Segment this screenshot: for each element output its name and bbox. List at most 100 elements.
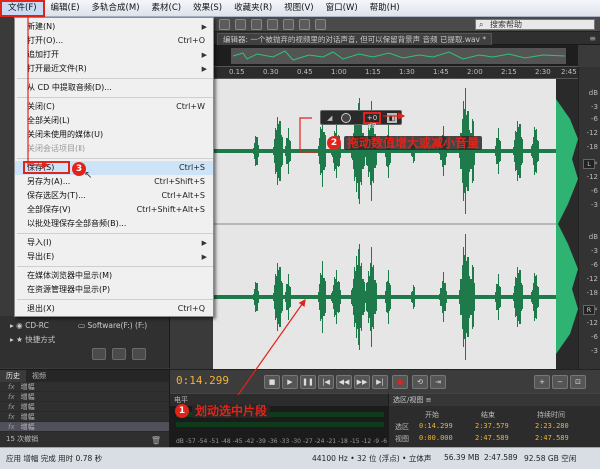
channel-right-badge[interactable]: R <box>583 305 595 315</box>
cd-drive-item[interactable]: ▸ ◉ CD-RC <box>10 321 49 330</box>
menu-effects[interactable]: 效果(S) <box>187 0 228 17</box>
zoom-out-icon[interactable]: − <box>552 375 568 389</box>
file-menu-shortcut: Ctrl+Alt+S <box>161 191 205 200</box>
go-to-start-button[interactable]: |◀ <box>318 375 334 389</box>
history-item[interactable]: fx 增幅 <box>0 422 169 432</box>
trash-icon[interactable]: 🗑 <box>151 436 161 445</box>
menu-separator <box>17 266 213 267</box>
menu-file[interactable]: 文件(F) <box>0 0 45 17</box>
hud-pin-icon[interactable]: ◧ <box>387 113 397 123</box>
tab-history[interactable]: 历史 <box>0 370 26 382</box>
volume-value-field[interactable]: +0 dB <box>363 112 381 130</box>
time-ruler[interactable]: 0.15 0.30 0.45 1:00 1:15 1:30 1:45 2:00 … <box>213 67 578 79</box>
col-end: 结束 <box>481 411 495 419</box>
selection-end[interactable]: 2:37.579 <box>475 422 509 430</box>
panel-menu-icon[interactable]: ≡ <box>589 34 596 43</box>
menu-multitrack[interactable]: 多轨合成(M) <box>86 0 146 17</box>
current-time-display[interactable]: 0:14.299 <box>176 374 229 387</box>
volume-knob[interactable] <box>341 113 351 123</box>
menu-clip[interactable]: 素材(C) <box>146 0 188 17</box>
file-menu-item-label: 导入(I) <box>27 238 52 247</box>
file-menu-item[interactable]: 全部关闭(L) <box>15 114 213 128</box>
record-button[interactable]: ● <box>392 375 408 389</box>
file-menu-item[interactable]: 保存(S) Ctrl+S <box>15 161 213 175</box>
help-search-input[interactable]: ⌕ 搜索帮助 <box>475 19 595 30</box>
spot-healing-tool-icon[interactable] <box>315 19 326 30</box>
editor-tab[interactable]: 编辑器: 一个被抛弃的视频里的对话声音, 但可以保留背景声 音频 已提取.wav… <box>217 33 493 45</box>
file-menu-item[interactable]: 追加打开 ▶ <box>15 48 213 62</box>
view-end[interactable]: 2:47.589 <box>475 434 509 442</box>
file-menu-item[interactable]: 退出(X) Ctrl+Q <box>15 302 213 316</box>
file-menu-item[interactable]: 从 CD 中提取音频(D)... <box>15 81 213 95</box>
move-tool-icon[interactable] <box>219 19 230 30</box>
file-menu-item[interactable]: 在资源管理器中显示(P) <box>15 283 213 297</box>
loop-button[interactable]: ⟲ <box>412 375 428 389</box>
overview-waveform <box>232 50 566 61</box>
file-menu-item[interactable]: 保存选区为(T)... Ctrl+Alt+S <box>15 189 213 203</box>
editor-tab-bar: 编辑器: 一个被抛弃的视频里的对话声音, 但可以保留背景声 音频 已提取.wav… <box>213 32 600 45</box>
zoom-in-icon[interactable]: + <box>534 375 550 389</box>
menu-view[interactable]: 视图(V) <box>278 0 319 17</box>
volume-hud[interactable]: ◢ +0 dB ◧ <box>320 110 402 130</box>
software-drive-item[interactable]: ▭ Software(F:) (F:) <box>78 321 147 330</box>
db-label: -3 <box>591 201 598 209</box>
loop-preview-button[interactable] <box>112 348 126 360</box>
menu-separator <box>17 299 213 300</box>
file-menu-item[interactable]: 新建(N) ▶ <box>15 20 213 34</box>
history-item[interactable]: fx 增幅 <box>0 382 169 392</box>
auto-play-button[interactable] <box>132 348 146 360</box>
file-menu-item[interactable]: 打开(O)... Ctrl+O <box>15 34 213 48</box>
waveform-overview[interactable] <box>213 45 578 67</box>
ruler-tick-label: 1:15 <box>365 68 381 76</box>
go-to-end-button[interactable]: ▶| <box>372 375 388 389</box>
file-menu-item[interactable]: 关闭未使用的媒体(U) <box>15 128 213 142</box>
brush-tool-icon[interactable] <box>299 19 310 30</box>
menu-bar: 文件(F) 编辑(E) 多轨合成(M) 素材(C) 效果(S) 收藏夹(R) 视… <box>0 0 600 17</box>
file-menu-item[interactable]: 以批处理保存全部音频(B)... <box>15 217 213 231</box>
history-item[interactable]: fx 增幅 <box>0 392 169 402</box>
stop-button[interactable]: ■ <box>264 375 280 389</box>
file-menu-item[interactable]: 关闭(C) Ctrl+W <box>15 100 213 114</box>
file-menu-item[interactable]: 导入(I) ▶ <box>15 236 213 250</box>
tab-video[interactable]: 视频 <box>26 370 52 382</box>
zoom-full-icon[interactable]: ⊡ <box>570 375 586 389</box>
mouse-cursor-icon: ↖ <box>84 170 93 181</box>
menu-window[interactable]: 窗口(W) <box>320 0 364 17</box>
file-menu-item[interactable]: 导出(E) ▶ <box>15 250 213 264</box>
view-duration[interactable]: 2:47.589 <box>535 434 569 442</box>
file-menu-item[interactable]: 打开最近文件(R) ▶ <box>15 62 213 76</box>
selection-duration[interactable]: 2:23.280 <box>535 422 569 430</box>
file-menu-item-label: 全部保存(V) <box>27 205 71 214</box>
menu-help[interactable]: 帮助(H) <box>364 0 406 17</box>
callout-2-text: 拖动数值增大或减小音量 <box>344 136 483 150</box>
view-start[interactable]: 0:00.000 <box>419 434 453 442</box>
skip-button[interactable]: ⇥ <box>430 375 446 389</box>
rewind-button[interactable]: ◀◀ <box>336 375 352 389</box>
transport-bar: 0:14.299 ■ ▶ ❚❚ |◀ ◀◀ ▶▶ ▶| ● ⟲ ⇥ + − ⊡ <box>170 369 600 393</box>
submenu-arrow-icon: ▶ <box>201 51 207 59</box>
file-menu-item[interactable]: 全部保存(V) Ctrl+Shift+Alt+S <box>15 203 213 217</box>
menu-edit[interactable]: 编辑(E) <box>45 0 86 17</box>
history-item[interactable]: fx 增幅 <box>0 412 169 422</box>
shortcut-item[interactable]: ▸ ★ 快捷方式 <box>10 334 55 345</box>
insert-into-multitrack-button[interactable] <box>92 348 106 360</box>
lasso-tool-icon[interactable] <box>283 19 294 30</box>
menu-favorites[interactable]: 收藏夹(R) <box>228 0 278 17</box>
db-label: -12 <box>586 275 598 283</box>
file-menu-item[interactable]: 另存为(A)... Ctrl+Shift+S <box>15 175 213 189</box>
pause-button[interactable]: ❚❚ <box>300 375 316 389</box>
play-button[interactable]: ▶ <box>282 375 298 389</box>
ruler-tick-label: 0.15 <box>229 68 245 76</box>
marquee-tool-icon[interactable] <box>267 19 278 30</box>
file-menu-item[interactable]: 在媒体浏览器中显示(M) <box>15 269 213 283</box>
time-selection-tool-icon[interactable] <box>251 19 262 30</box>
callout-1-text: 划动选中片段 <box>192 404 271 418</box>
file-menu-dropdown: 新建(N) ▶ 打开(O)... Ctrl+O 追加打开 ▶ 打开最近文件(R) ▶ 从 CD … <box>14 17 214 317</box>
status-format: 44100 Hz • 32 位 (浮点) • 立体声 <box>312 454 432 463</box>
col-start: 开始 <box>425 411 439 419</box>
selection-start[interactable]: 0:14.299 <box>419 422 453 430</box>
channel-left-badge[interactable]: L <box>583 159 595 169</box>
history-item[interactable]: fx 增幅 <box>0 402 169 412</box>
fast-forward-button[interactable]: ▶▶ <box>354 375 370 389</box>
razor-tool-icon[interactable] <box>235 19 246 30</box>
